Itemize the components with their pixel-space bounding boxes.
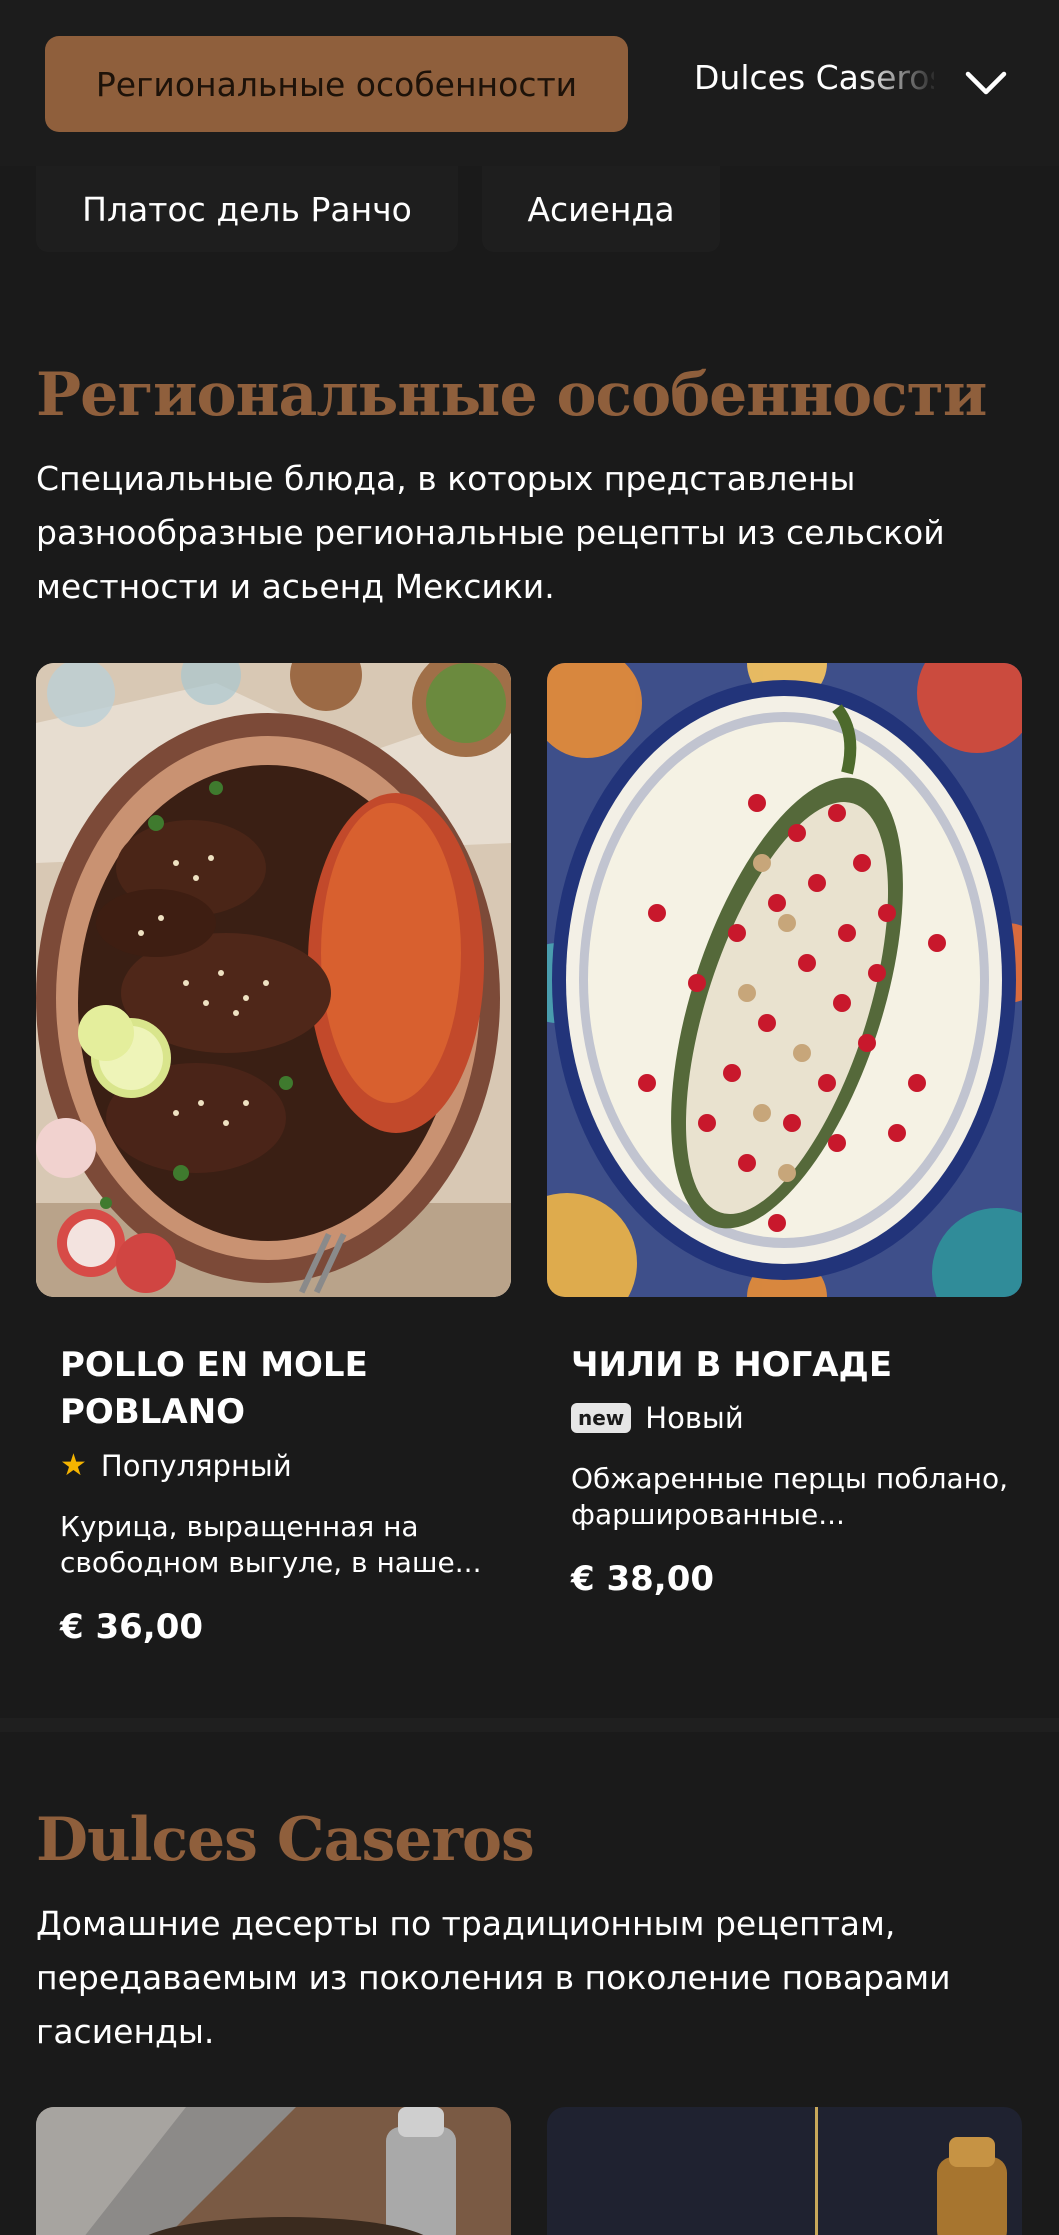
star-icon: ★ [60, 1448, 87, 1483]
dish-price: € 36,00 [60, 1607, 204, 1647]
dish-image-chiles-en-nogada[interactable] [547, 663, 1022, 1297]
dish-description: Курица, выращенная на свободном выгуле, … [60, 1510, 482, 1579]
popular-badge: ★ Популярный [60, 1448, 500, 1483]
badge-label: Новый [645, 1401, 744, 1435]
new-badge-row: new Новый [571, 1401, 1011, 1435]
chevron-down-icon[interactable] [962, 62, 1010, 106]
tab-fade [860, 50, 940, 110]
section-description: Специальные блюда, в которых представлен… [36, 459, 945, 606]
subtab-hacienda[interactable]: Асиенда [482, 166, 720, 252]
tab-regional-specialties[interactable]: Региональные особенности [45, 36, 628, 132]
dish-price: € 38,00 [571, 1559, 715, 1599]
category-nav: Региональные особенности Dulces Caseros [0, 0, 1059, 166]
dish-name: Чили в Ногаде [571, 1345, 893, 1385]
dessert-image-2[interactable] [547, 2107, 1022, 2235]
dessert-image-1[interactable] [36, 2107, 511, 2235]
dish-name: Pollo en Mole Poblano [60, 1345, 368, 1432]
section-title: Dulces Caseros [36, 1805, 535, 1875]
dish-image-mole[interactable] [36, 663, 511, 1297]
badge-label: Популярный [100, 1448, 292, 1483]
dish-card-mole[interactable]: Pollo en Mole Poblano ★ Популярный Куриц… [60, 1342, 500, 1647]
section-title: Региональные особенности [36, 360, 987, 430]
new-tag: new [571, 1403, 632, 1433]
section-description: Домашние десерты по традиционным рецепта… [36, 1904, 951, 2051]
dish-description: Обжаренные перцы поблано, фаршированные.… [571, 1462, 1009, 1531]
subtab-platos-del-rancho[interactable]: Платос дель Ранчо [36, 166, 458, 252]
section-divider [0, 1718, 1059, 1732]
dish-card-chiles-en-nogada[interactable]: Чили в Ногаде new Новый Обжаренные перцы… [571, 1342, 1011, 1599]
